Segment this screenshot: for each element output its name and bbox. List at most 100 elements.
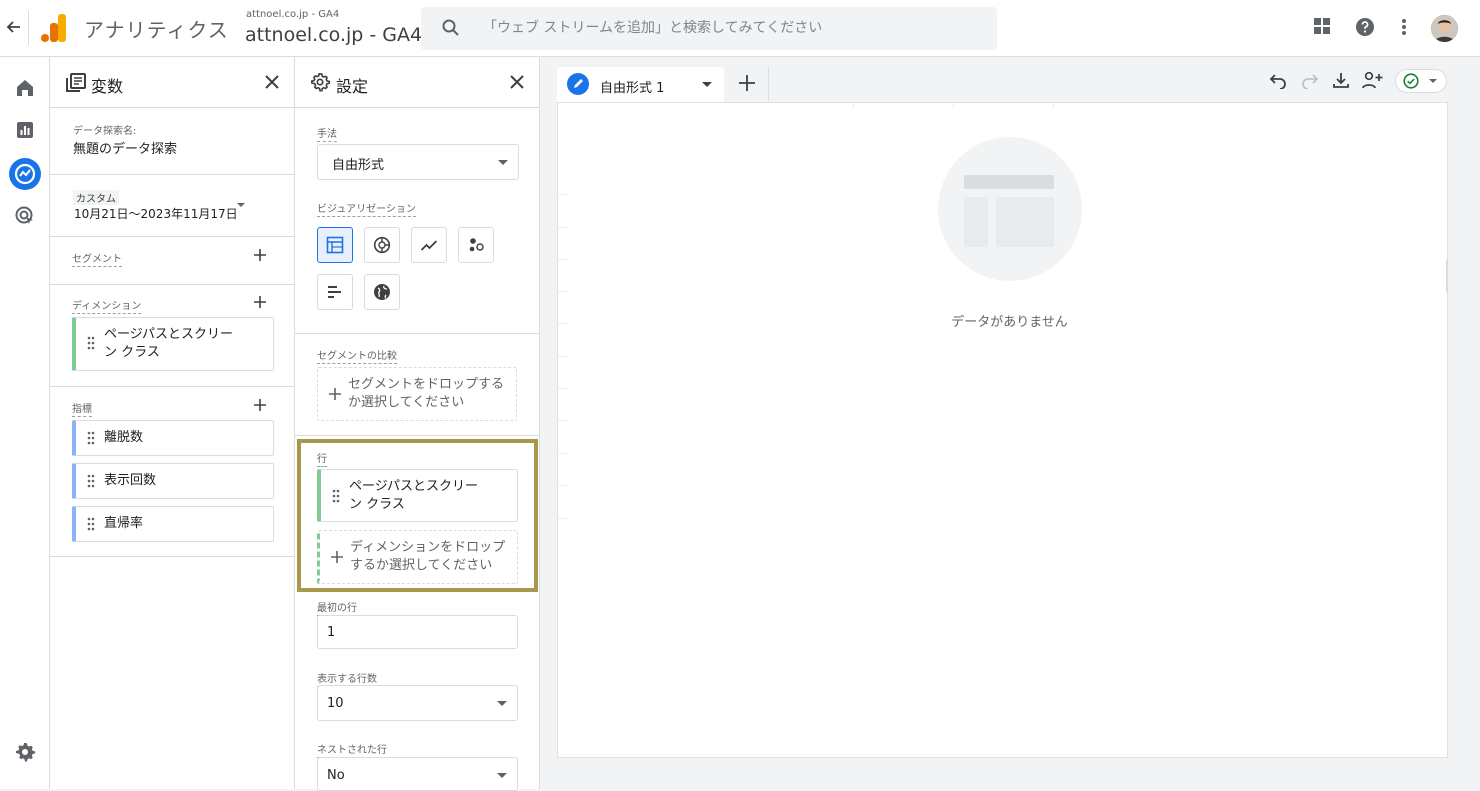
first-row-label: 最初の行 bbox=[317, 599, 357, 616]
first-row-value: 1 bbox=[327, 625, 336, 640]
reports-icon[interactable] bbox=[14, 119, 36, 141]
download-icon[interactable] bbox=[1332, 71, 1350, 89]
settings-gear-icon[interactable] bbox=[14, 741, 36, 763]
close-icon[interactable] bbox=[509, 74, 525, 90]
drag-handle-icon[interactable] bbox=[87, 474, 95, 488]
divider bbox=[28, 11, 29, 45]
metric-chip[interactable]: 離脱数 bbox=[72, 420, 274, 456]
dropdown-arrow-icon bbox=[497, 701, 507, 706]
variables-panel-title: 変数 bbox=[91, 77, 124, 96]
add-segment-icon[interactable] bbox=[252, 247, 268, 263]
left-nav bbox=[0, 57, 50, 789]
apps-grid-icon[interactable] bbox=[1313, 17, 1331, 35]
more-vert-icon[interactable] bbox=[1398, 17, 1410, 37]
nested-rows-select[interactable]: No bbox=[317, 757, 518, 791]
explore-nav-button[interactable] bbox=[9, 158, 41, 190]
rows-highlight-frame bbox=[297, 439, 538, 592]
grid-line bbox=[558, 453, 568, 454]
close-icon[interactable] bbox=[264, 74, 280, 90]
technique-section: 手法 自由形式 ビジュアリゼーション bbox=[295, 108, 539, 334]
dropdown-arrow-icon bbox=[498, 160, 508, 165]
rows-shown-value: 10 bbox=[327, 696, 344, 711]
rows-shown-select[interactable]: 10 bbox=[317, 685, 518, 721]
settings-panel-header: 設定 bbox=[295, 57, 539, 108]
date-range-selector[interactable]: カスタム 10月21日～2023年11月17日 bbox=[50, 175, 294, 237]
dimension-chip-label: ページパスとスクリー ン クラス bbox=[104, 327, 233, 360]
canvas-scroll-handle[interactable] bbox=[1446, 260, 1448, 292]
geo-viz-button[interactable] bbox=[364, 274, 400, 310]
segment-compare-section: セグメントの比較 セグメントをドロップする か選択してください bbox=[295, 334, 539, 436]
grid-line bbox=[1053, 103, 1054, 109]
advertising-icon[interactable] bbox=[14, 205, 36, 227]
segment-compare-label: セグメントの比較 bbox=[317, 347, 397, 364]
dimensions-section: ディメンション ページパスとスクリー ン クラス bbox=[50, 285, 294, 387]
bar-viz-button[interactable] bbox=[317, 274, 353, 310]
date-badge: カスタム bbox=[73, 190, 119, 205]
drag-handle-icon[interactable] bbox=[87, 431, 95, 445]
dimensions-label: ディメンション bbox=[72, 297, 142, 314]
tab-dropdown-icon[interactable] bbox=[702, 82, 712, 87]
redo-icon[interactable] bbox=[1301, 71, 1319, 89]
first-row-input[interactable]: 1 bbox=[317, 615, 518, 649]
exploration-name-field[interactable]: 無題のデータ探索 bbox=[73, 138, 177, 157]
variables-icon bbox=[66, 73, 86, 93]
grid-line bbox=[558, 485, 568, 486]
variables-panel: 変数 データ探索名: 無題のデータ探索 カスタム 10月21日～2023年11月… bbox=[50, 57, 295, 789]
settings-panel: 設定 手法 自由形式 ビジュアリゼーション セグメントの比較 セグメントをドロッ… bbox=[295, 57, 540, 791]
scatter-viz-button[interactable] bbox=[458, 227, 494, 263]
metric-chip-label: 直帰率 bbox=[104, 516, 144, 531]
empty-table-illustration bbox=[938, 137, 1082, 281]
exploration-name-section: データ探索名: 無題のデータ探索 bbox=[50, 108, 294, 175]
metric-chip[interactable]: 表示回数 bbox=[72, 463, 274, 499]
help-icon[interactable] bbox=[1355, 17, 1375, 37]
metric-chip[interactable]: 直帰率 bbox=[72, 506, 274, 542]
add-metric-icon[interactable] bbox=[252, 397, 268, 413]
top-bar: アナリティクス attnoel.co.jp - GA4 attnoel.co.j… bbox=[0, 0, 1480, 57]
grid-line bbox=[558, 388, 568, 389]
search-input[interactable] bbox=[483, 15, 973, 41]
dimension-chip[interactable]: ページパスとスクリー ン クラス bbox=[72, 317, 274, 371]
empty-table-icon bbox=[964, 175, 1054, 247]
home-icon[interactable] bbox=[14, 77, 36, 99]
nested-rows-label: ネストされた行 bbox=[317, 741, 387, 758]
back-arrow-icon[interactable] bbox=[4, 17, 24, 37]
gear-icon bbox=[310, 72, 330, 92]
drag-handle-icon[interactable] bbox=[87, 517, 95, 531]
technique-select[interactable]: 自由形式 bbox=[317, 144, 519, 180]
grid-line bbox=[953, 103, 954, 109]
metrics-label: 指標 bbox=[72, 400, 92, 417]
add-dimension-icon[interactable] bbox=[252, 294, 268, 310]
chevron-down-icon bbox=[1429, 79, 1437, 83]
undo-icon[interactable] bbox=[1269, 71, 1287, 89]
account-property-label[interactable]: attnoel.co.jp - GA4 bbox=[246, 9, 339, 20]
variables-panel-header: 変数 bbox=[50, 57, 294, 108]
add-tab-icon[interactable] bbox=[737, 73, 757, 93]
avatar[interactable] bbox=[1431, 15, 1458, 42]
table-viz-button[interactable] bbox=[317, 227, 353, 263]
add-icon bbox=[328, 387, 342, 401]
metric-chip-label: 表示回数 bbox=[104, 473, 157, 488]
exploration-canvas: データがありません bbox=[557, 102, 1448, 758]
table-icon bbox=[326, 236, 344, 254]
analytics-logo-icon[interactable] bbox=[41, 14, 67, 42]
line-chart-icon bbox=[420, 240, 438, 251]
line-viz-button[interactable] bbox=[411, 227, 447, 263]
edit-pencil-icon[interactable] bbox=[567, 73, 589, 95]
tab-freeform-1[interactable]: 自由形式 1 bbox=[557, 67, 724, 103]
technique-value: 自由形式 bbox=[332, 158, 385, 173]
drag-handle-icon[interactable] bbox=[87, 336, 95, 350]
donut-viz-button[interactable] bbox=[364, 227, 400, 263]
grid-line bbox=[558, 518, 568, 519]
visualization-label: ビジュアリゼーション bbox=[317, 200, 416, 217]
search-bar[interactable] bbox=[421, 7, 997, 50]
grid-line bbox=[558, 356, 568, 357]
grid-line bbox=[558, 420, 568, 421]
exploration-name-label: データ探索名: bbox=[73, 126, 137, 137]
scatter-plot-icon bbox=[469, 238, 484, 252]
share-users-icon[interactable] bbox=[1362, 71, 1384, 89]
search-icon bbox=[441, 18, 461, 38]
account-selector[interactable]: attnoel.co.jp - GA4 bbox=[245, 24, 422, 46]
save-status-button[interactable] bbox=[1395, 69, 1447, 93]
segment-drop-zone[interactable]: セグメントをドロップする か選択してください bbox=[317, 367, 517, 421]
metrics-section: 指標 離脱数 表示回数 直帰率 bbox=[50, 387, 294, 557]
